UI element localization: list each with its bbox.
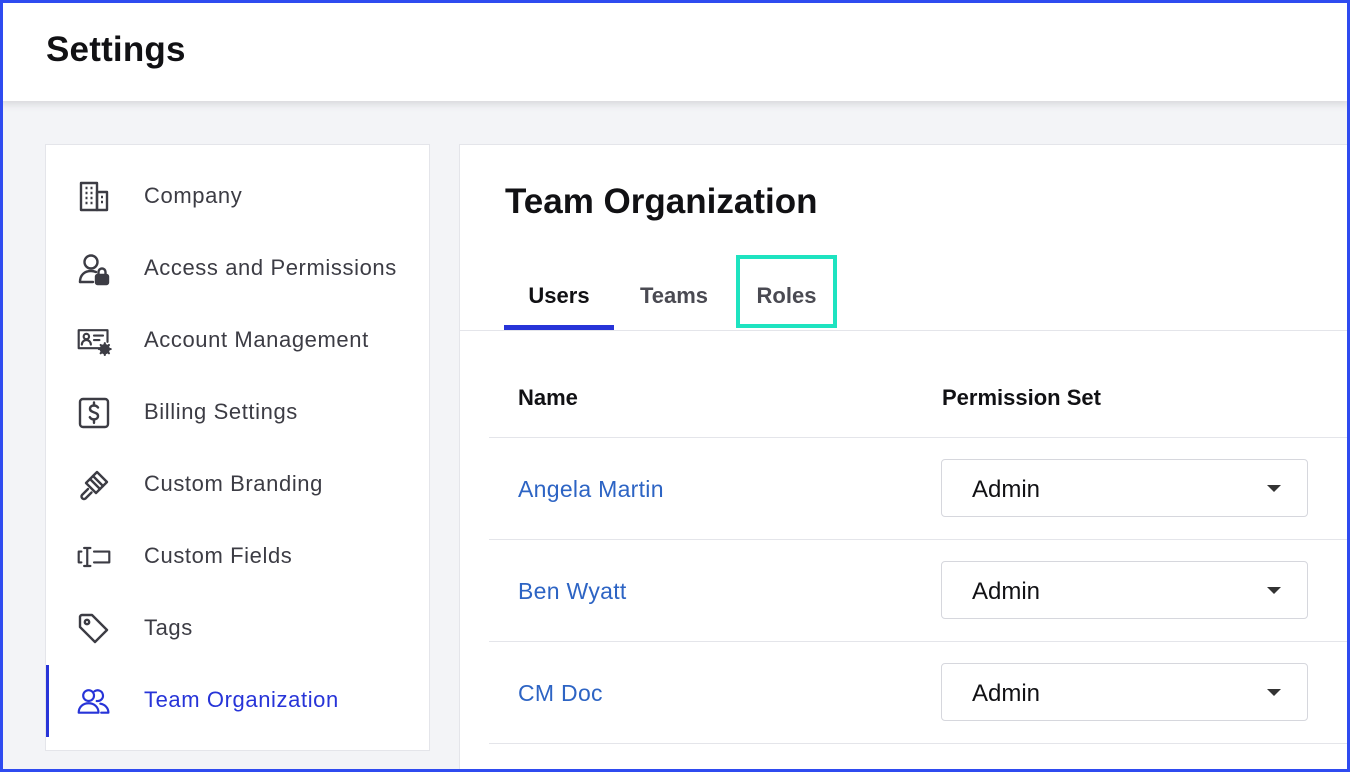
sidebar-item-company[interactable]: Company <box>46 161 429 233</box>
sidebar-item-custom-branding[interactable]: Custom Branding <box>46 449 429 521</box>
column-header-permission-set: Permission Set <box>942 385 1101 410</box>
tag-icon <box>76 611 112 647</box>
sidebar-item-label: Custom Fields <box>144 543 293 568</box>
id-card-gear-icon <box>76 323 112 359</box>
caret-down-icon <box>1267 689 1281 696</box>
sidebar-item-label: Company <box>144 183 243 208</box>
permission-set-value: Admin <box>972 476 1041 503</box>
column-header-name: Name <box>518 385 578 410</box>
permission-set-dropdown[interactable]: Admin <box>941 663 1308 721</box>
tab-teams[interactable]: Teams <box>630 279 718 329</box>
permission-set-value: Admin <box>972 680 1041 707</box>
sidebar-item-tags[interactable]: Tags <box>46 593 429 665</box>
caret-down-icon <box>1267 485 1281 492</box>
dollar-box-icon <box>76 395 112 431</box>
sidebar-item-billing-settings[interactable]: Billing Settings <box>46 377 429 449</box>
table-row: Angela Martin Admin <box>489 438 1350 540</box>
sidebar-item-label: Tags <box>144 615 193 640</box>
sidebar-item-team-organization[interactable]: Team Organization <box>46 665 429 737</box>
tab-users[interactable]: Users <box>504 279 614 330</box>
top-header: Settings <box>0 0 1350 101</box>
user-name-link[interactable]: Angela Martin <box>518 476 664 503</box>
table-row: Ben Wyatt Admin <box>489 540 1350 642</box>
user-lock-icon <box>76 251 112 287</box>
section-heading: Team Organization <box>505 182 818 221</box>
building-icon <box>76 179 112 215</box>
tab-roles[interactable]: Roles <box>744 279 829 329</box>
permission-set-dropdown[interactable]: Admin <box>941 459 1308 517</box>
settings-sidebar: Company Access and Permissions Account M… <box>45 144 430 751</box>
sidebar-item-label: Billing Settings <box>144 399 298 424</box>
sidebar-item-custom-fields[interactable]: Custom Fields <box>46 521 429 593</box>
user-name-link[interactable]: CM Doc <box>518 680 603 707</box>
permission-set-value: Admin <box>972 578 1041 605</box>
user-name-link[interactable]: Ben Wyatt <box>518 578 627 605</box>
sidebar-item-access-permissions[interactable]: Access and Permissions <box>46 233 429 305</box>
users-icon <box>76 683 112 719</box>
table-row: CM Doc Admin <box>489 642 1350 744</box>
sidebar-item-label: Access and Permissions <box>144 255 397 280</box>
tab-bar: Users Teams Roles <box>460 255 1350 331</box>
sidebar-item-label: Custom Branding <box>144 471 323 496</box>
sidebar-item-label: Account Management <box>144 327 369 352</box>
main-panel: Team Organization Users Teams Roles Name… <box>459 144 1350 772</box>
permission-set-dropdown[interactable]: Admin <box>941 561 1308 619</box>
table-header: Name Permission Set <box>489 331 1350 438</box>
caret-down-icon <box>1267 587 1281 594</box>
page-title: Settings <box>46 30 186 69</box>
text-field-icon <box>76 539 112 575</box>
sidebar-item-account-management[interactable]: Account Management <box>46 305 429 377</box>
paint-brush-icon <box>76 467 112 503</box>
sidebar-item-label: Team Organization <box>144 687 339 712</box>
